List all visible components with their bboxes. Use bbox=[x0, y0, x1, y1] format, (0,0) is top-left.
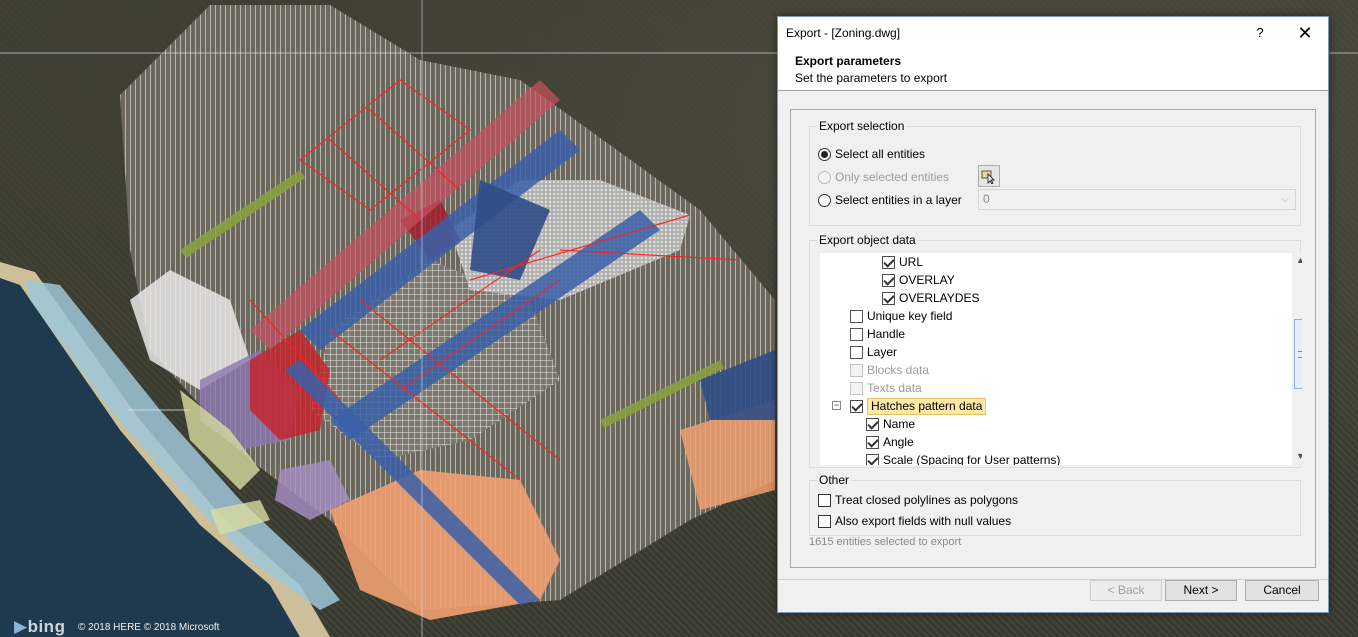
tree-item-hatches-label: Hatches pattern data bbox=[867, 397, 987, 415]
radio-select-layer[interactable]: Select entities in a layer bbox=[818, 191, 962, 209]
tree-item-texts-data-checkbox bbox=[850, 381, 863, 395]
wizard-header-subtitle: Set the parameters to export bbox=[795, 71, 948, 85]
tree-item-blocks-data-label: Blocks data bbox=[867, 363, 930, 377]
tree-item-scale-label: Scale (Spacing for User patterns) bbox=[883, 453, 1061, 465]
radio-select-all[interactable]: Select all entities bbox=[818, 145, 925, 163]
null-values-checkbox[interactable] bbox=[818, 514, 831, 528]
tree-item-angle-label: Angle bbox=[883, 435, 914, 449]
scroll-down-icon[interactable]: ▼ bbox=[1292, 451, 1302, 463]
tree-item-overlay[interactable]: OVERLAY bbox=[882, 271, 955, 289]
other-group: Other Treat closed polylines as polygons… bbox=[809, 473, 1301, 536]
null-values-option[interactable]: Also export fields with null values bbox=[818, 512, 1011, 530]
tree-item-hatches-checkbox[interactable] bbox=[850, 399, 863, 413]
next-button[interactable]: Next > bbox=[1165, 580, 1237, 601]
radio-select-layer-indicator[interactable] bbox=[818, 193, 831, 207]
export-selection-group: Export selection Select all entities Onl… bbox=[809, 119, 1301, 226]
tree-item-layer-label: Layer bbox=[867, 345, 898, 359]
tree-item-name[interactable]: Name bbox=[866, 415, 915, 433]
bing-logo: ▶bing bbox=[14, 617, 65, 637]
export-dialog: Export - [Zoning.dwg] ? ✕ Export paramet… bbox=[777, 16, 1329, 613]
treat-polylines-label: Treat closed polylines as polygons bbox=[835, 493, 1018, 507]
chevron-down-icon: ⌵ bbox=[1281, 194, 1289, 205]
tree-item-angle-checkbox[interactable] bbox=[866, 435, 879, 449]
close-button[interactable]: ✕ bbox=[1292, 21, 1318, 45]
other-legend: Other bbox=[817, 473, 852, 487]
tree-item-overlay-checkbox[interactable] bbox=[882, 273, 895, 287]
help-button[interactable]: ? bbox=[1248, 21, 1272, 45]
dialog-titlebar[interactable]: Export - [Zoning.dwg] ? ✕ bbox=[778, 17, 1328, 49]
tree-item-texts-data-label: Texts data bbox=[867, 381, 922, 395]
tree-item-scale-checkbox[interactable] bbox=[866, 453, 879, 465]
tree-item-handle[interactable]: Handle bbox=[850, 325, 905, 343]
tree-item-overlaydes-label: OVERLAYDES bbox=[899, 291, 980, 305]
tree-item-layer-checkbox[interactable] bbox=[850, 345, 863, 359]
pick-entities-button[interactable] bbox=[978, 165, 1000, 187]
tree-item-texts-data: Texts data bbox=[850, 379, 922, 397]
tree-item-url-checkbox[interactable] bbox=[882, 255, 895, 269]
tree-item-url-label: URL bbox=[899, 255, 924, 269]
radio-only-selected: Only selected entities bbox=[818, 168, 949, 186]
tree-item-handle-checkbox[interactable] bbox=[850, 327, 863, 341]
radio-only-selected-indicator bbox=[818, 170, 831, 184]
export-object-data-legend: Export object data bbox=[817, 233, 918, 247]
tree-item-hatches[interactable]: Hatches pattern data bbox=[850, 397, 987, 415]
tree-item-name-label: Name bbox=[883, 417, 916, 431]
layer-select: 0 ⌵ bbox=[978, 189, 1296, 210]
tree-item-overlaydes[interactable]: OVERLAYDES bbox=[882, 289, 979, 307]
map-copyright: © 2018 HERE © 2018 Microsoft bbox=[78, 622, 220, 633]
layer-select-value: 0 bbox=[983, 192, 990, 206]
wizard-header-title: Export parameters bbox=[795, 54, 902, 68]
wizard-header: Export parameters Set the parameters to … bbox=[778, 49, 1328, 91]
object-data-tree[interactable]: URL OVERLAY OVERLAYDES Unique key field … bbox=[820, 253, 1302, 465]
tree-item-name-checkbox[interactable] bbox=[866, 417, 879, 431]
tree-item-layer[interactable]: Layer bbox=[850, 343, 897, 361]
radio-only-selected-label: Only selected entities bbox=[835, 170, 950, 184]
scroll-thumb[interactable] bbox=[1294, 319, 1302, 389]
tree-item-blocks-data: Blocks data bbox=[850, 361, 929, 379]
tree-item-overlaydes-checkbox[interactable] bbox=[882, 291, 895, 305]
tree-collapse-icon[interactable]: − bbox=[832, 401, 841, 410]
treat-polylines-option[interactable]: Treat closed polylines as polygons bbox=[818, 491, 1018, 509]
dialog-title: Export - [Zoning.dwg] bbox=[786, 26, 901, 40]
pick-cursor-icon bbox=[981, 170, 996, 184]
tree-item-angle[interactable]: Angle bbox=[866, 433, 914, 451]
tree-item-blocks-data-checkbox bbox=[850, 363, 863, 377]
radio-select-layer-label: Select entities in a layer bbox=[835, 193, 962, 207]
export-object-data-group: Export object data URL OVERLAY OVERLAYDE… bbox=[809, 233, 1302, 468]
back-button: < Back bbox=[1090, 580, 1162, 601]
tree-item-overlay-label: OVERLAY bbox=[899, 273, 955, 287]
selection-status: 1615 entities selected to export bbox=[809, 536, 962, 548]
wizard-content: Export selection Select all entities Onl… bbox=[790, 109, 1316, 568]
treat-polylines-checkbox[interactable] bbox=[818, 493, 831, 507]
tree-item-scale[interactable]: Scale (Spacing for User patterns) bbox=[866, 451, 1060, 465]
tree-item-handle-label: Handle bbox=[867, 327, 906, 341]
tree-item-url[interactable]: URL bbox=[882, 253, 923, 271]
cancel-button[interactable]: Cancel bbox=[1245, 580, 1319, 601]
radio-select-all-indicator[interactable] bbox=[818, 147, 831, 161]
radio-select-all-label: Select all entities bbox=[835, 147, 926, 161]
tree-item-unique-key-label: Unique key field bbox=[867, 309, 953, 323]
bing-logo-text: bing bbox=[27, 617, 66, 636]
scroll-up-icon[interactable]: ▲ bbox=[1292, 255, 1302, 267]
bing-logo-mark: ▶ bbox=[14, 617, 28, 636]
tree-scrollbar[interactable]: ▲ ▼ bbox=[1292, 253, 1302, 465]
tree-item-unique-key-checkbox[interactable] bbox=[850, 309, 863, 323]
export-selection-legend: Export selection bbox=[817, 119, 907, 133]
tree-item-unique-key[interactable]: Unique key field bbox=[850, 307, 952, 325]
null-values-label: Also export fields with null values bbox=[835, 514, 1012, 528]
